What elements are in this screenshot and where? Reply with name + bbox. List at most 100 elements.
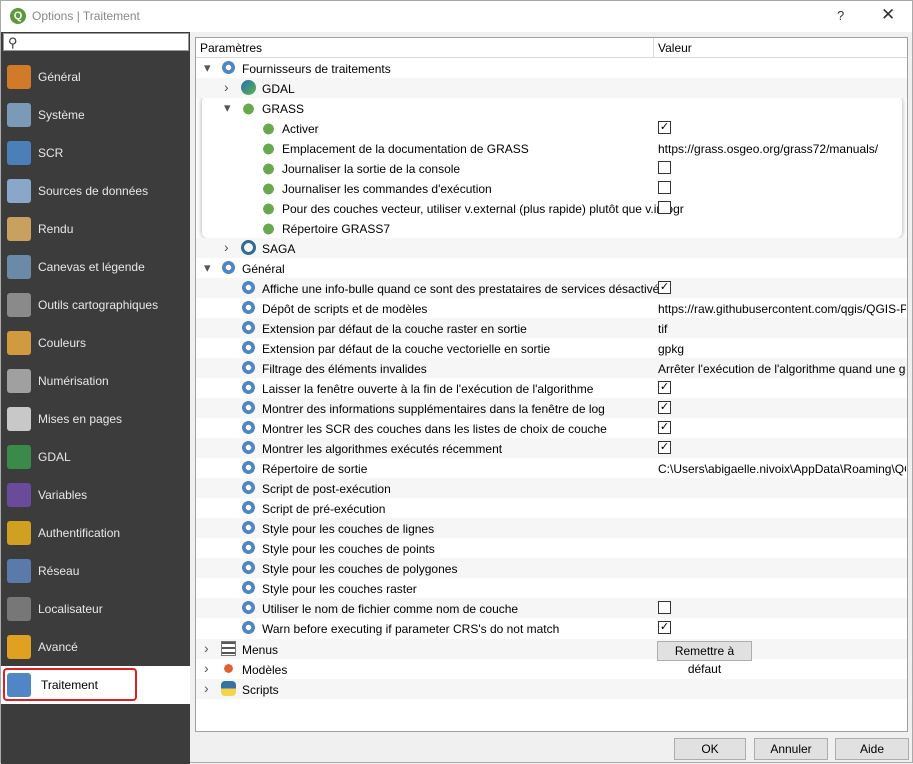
tree-row[interactable]: Warn before executing if parameter CRS's…: [196, 618, 907, 638]
row-checkbox[interactable]: ✓: [658, 121, 671, 134]
tree-row[interactable]: Journaliser la sortie de la console: [196, 158, 907, 178]
collapse-arrow-icon[interactable]: ▾: [204, 260, 211, 276]
tree-row[interactable]: ▾ Général: [196, 258, 907, 278]
column-header-value[interactable]: Valeur: [658, 41, 692, 55]
sidebar-item-5[interactable]: Rendu: [1, 210, 190, 248]
sidebar-item-label: Général: [38, 70, 81, 84]
sidebar-item-12[interactable]: Variables: [1, 476, 190, 514]
tree-row[interactable]: › SAGA: [196, 238, 907, 258]
sidebar-item-8[interactable]: Couleurs: [1, 324, 190, 362]
sidebar-item-13[interactable]: Authentification: [1, 514, 190, 552]
tree-row[interactable]: Affiche une info-bulle quand ce sont des…: [196, 278, 907, 298]
tree-row[interactable]: Style pour les couches de lignes: [196, 518, 907, 538]
tree-row[interactable]: › Scripts: [196, 679, 907, 699]
row-checkbox[interactable]: ✓: [658, 281, 671, 294]
sidebar-item-1[interactable]: Général: [1, 58, 190, 96]
row-checkbox[interactable]: ✓: [658, 421, 671, 434]
row-checkbox[interactable]: ✓: [658, 441, 671, 454]
tree-row[interactable]: Style pour les couches de points: [196, 538, 907, 558]
epsilon-icon: [7, 483, 31, 507]
gear-icon: [241, 320, 256, 335]
tree-row[interactable]: Pour des couches vecteur, utiliser v.ext…: [196, 198, 907, 218]
tree-row[interactable]: Script de pré-exécution: [196, 498, 907, 518]
row-label: Emplacement de la documentation de GRASS: [282, 142, 529, 156]
sidebar-item-label: Numérisation: [38, 374, 109, 388]
sidebar-item-label: GDAL: [38, 450, 71, 464]
tree-row[interactable]: Extension par défaut de la couche vector…: [196, 338, 907, 358]
sidebar-item-14[interactable]: Réseau: [1, 552, 190, 590]
collapse-arrow-icon[interactable]: ▾: [204, 60, 211, 76]
tree-row[interactable]: Style pour les couches de polygones: [196, 558, 907, 578]
row-checkbox[interactable]: ✓: [658, 381, 671, 394]
row-checkbox[interactable]: [658, 201, 671, 214]
tree-row[interactable]: Emplacement de la documentation de GRASS…: [196, 138, 907, 158]
row-checkbox[interactable]: [658, 161, 671, 174]
expand-arrow-icon[interactable]: ›: [204, 660, 209, 676]
sidebar-item-9[interactable]: Numérisation: [1, 362, 190, 400]
sidebar-item-label: Canevas et légende: [38, 260, 145, 274]
title-bar: Q Options | Traitement ? ✕: [1, 1, 912, 32]
sidebar-item-17[interactable]: Traitement: [1, 666, 190, 704]
tree-row[interactable]: Répertoire GRASS7: [196, 218, 907, 238]
row-label: Répertoire GRASS7: [282, 222, 391, 236]
sidebar-item-6[interactable]: Canevas et légende: [1, 248, 190, 286]
row-label: Général: [242, 262, 285, 276]
tree-row[interactable]: ▾ Fournisseurs de traitements: [196, 58, 907, 78]
tree-row[interactable]: Montrer les SCR des couches dans les lis…: [196, 418, 907, 438]
expand-arrow-icon[interactable]: ›: [224, 79, 229, 95]
column-divider[interactable]: [653, 38, 654, 58]
row-value[interactable]: tif: [658, 322, 906, 336]
tree-row[interactable]: ▾ GRASS: [196, 98, 907, 118]
collapse-arrow-icon[interactable]: ▾: [224, 100, 231, 116]
sidebar-search-input[interactable]: ⚲: [3, 33, 189, 51]
lock-icon: [7, 521, 31, 545]
sidebar-item-10[interactable]: Mises en pages: [1, 400, 190, 438]
row-value[interactable]: C:\Users\abigaelle.nivoix\AppData\Roamin…: [658, 462, 906, 476]
paintbrush-icon: [7, 217, 31, 241]
row-checkbox[interactable]: ✓: [658, 621, 671, 634]
tree-row[interactable]: Extension par défaut de la couche raster…: [196, 318, 907, 338]
tree-row[interactable]: Journaliser les commandes d'exécution: [196, 178, 907, 198]
row-value[interactable]: gpkg: [658, 342, 906, 356]
expand-arrow-icon[interactable]: ›: [204, 640, 209, 656]
row-label: Laisser la fenêtre ouverte à la fin de l…: [262, 382, 594, 396]
expand-arrow-icon[interactable]: ›: [224, 239, 229, 255]
gear-icon: [241, 560, 256, 575]
row-value[interactable]: https://grass.osgeo.org/grass72/manuals/: [658, 142, 906, 156]
row-checkbox[interactable]: [658, 181, 671, 194]
tree-row[interactable]: › Menus Remettre à défaut: [196, 639, 907, 676]
tree-row[interactable]: Montrer les algorithmes exécutés récemme…: [196, 438, 907, 458]
row-label: Extension par défaut de la couche raster…: [262, 322, 527, 336]
tree-row[interactable]: Dépôt de scripts et de modèles https://ra…: [196, 298, 907, 318]
cancel-button[interactable]: Annuler: [754, 738, 828, 760]
expand-arrow-icon[interactable]: ›: [204, 680, 209, 696]
ok-button[interactable]: OK: [674, 738, 746, 760]
sidebar-item-15[interactable]: Localisateur: [1, 590, 190, 628]
tree-row[interactable]: Laisser la fenêtre ouverte à la fin de l…: [196, 378, 907, 398]
tree-row[interactable]: › GDAL: [196, 78, 907, 98]
tree-row[interactable]: Style pour les couches raster: [196, 578, 907, 598]
row-checkbox[interactable]: ✓: [658, 401, 671, 414]
row-value[interactable]: Arrêter l'exécution de l'algorithme quan…: [658, 362, 906, 376]
tree-row[interactable]: Montrer des informations supplémentaires…: [196, 398, 907, 418]
help-title-button[interactable]: ?: [837, 8, 844, 23]
sidebar-item-4[interactable]: Sources de données: [1, 172, 190, 210]
tree-row[interactable]: Utiliser le nom de fichier comme nom de …: [196, 598, 907, 618]
tree-row[interactable]: Filtrage des éléments invalides Arrêter l…: [196, 358, 907, 378]
help-button[interactable]: Aide: [835, 738, 909, 760]
tree-row[interactable]: Répertoire de sortie C:\Users\abigaelle.n…: [196, 458, 907, 478]
row-value[interactable]: https://raw.githubusercontent.com/qgis/Q…: [658, 302, 906, 316]
sidebar-item-16[interactable]: Avancé: [1, 628, 190, 666]
row-checkbox[interactable]: [658, 601, 671, 614]
tree-row[interactable]: Activer ✓: [196, 118, 907, 138]
tree-row[interactable]: › Modèles: [196, 659, 907, 679]
row-label: GDAL: [262, 82, 295, 96]
column-header-parameters[interactable]: Paramètres: [200, 41, 262, 55]
tree-row[interactable]: Script de post-exécution: [196, 478, 907, 498]
sidebar-item-2[interactable]: Système: [1, 96, 190, 134]
sidebar-item-7[interactable]: Outils cartographiques: [1, 286, 190, 324]
close-button[interactable]: ✕: [881, 5, 895, 25]
reset-default-button[interactable]: Remettre à défaut: [657, 641, 752, 676]
sidebar-item-3[interactable]: SCR: [1, 134, 190, 172]
sidebar-item-11[interactable]: GDAL: [1, 438, 190, 476]
